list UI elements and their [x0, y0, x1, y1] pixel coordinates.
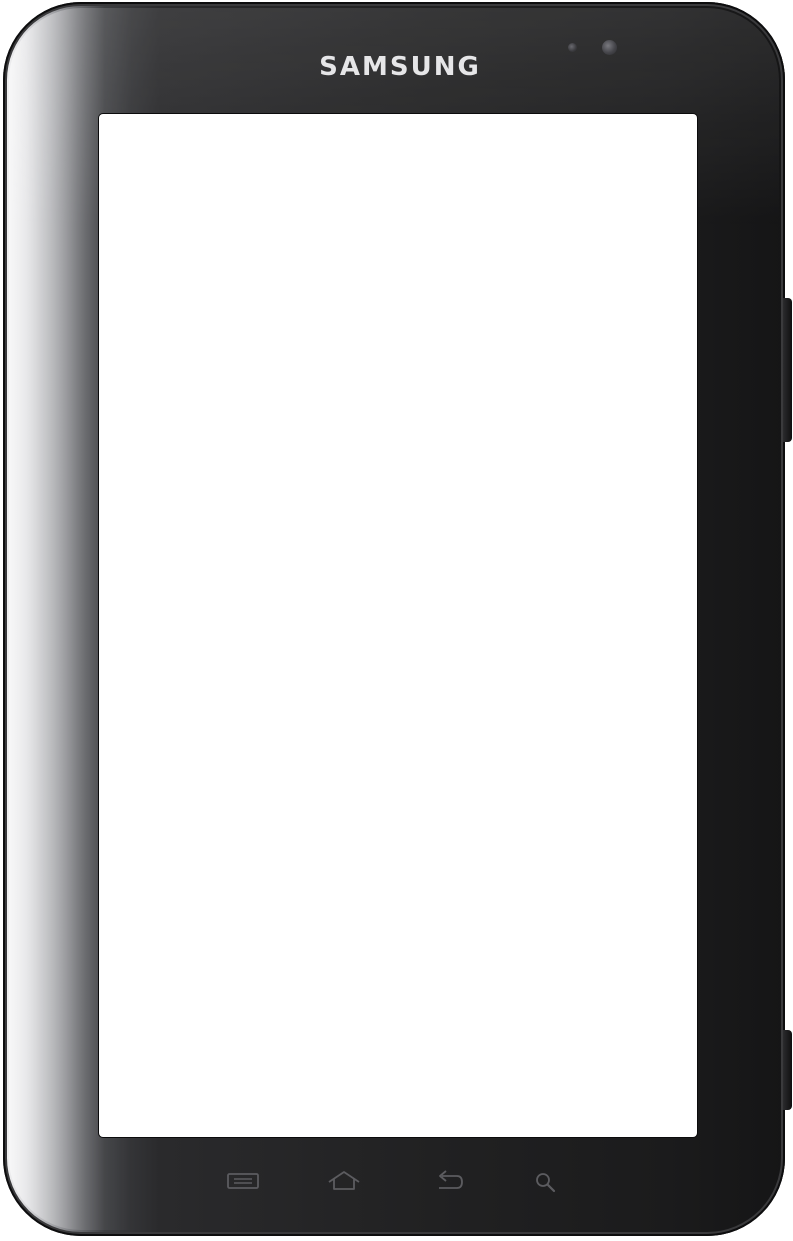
softkey-bar — [0, 1168, 793, 1196]
volume-button[interactable] — [783, 298, 792, 442]
tablet-device: SAMSUNG — [3, 2, 785, 1236]
back-icon[interactable] — [431, 1168, 467, 1196]
side-port — [783, 1030, 792, 1110]
screen[interactable] — [99, 114, 697, 1137]
front-camera-icon — [602, 40, 617, 55]
search-icon[interactable] — [528, 1168, 564, 1196]
home-icon[interactable] — [326, 1168, 362, 1196]
brand-logo: SAMSUNG — [319, 52, 481, 82]
light-sensor-icon — [568, 43, 577, 52]
menu-icon[interactable] — [225, 1168, 261, 1196]
